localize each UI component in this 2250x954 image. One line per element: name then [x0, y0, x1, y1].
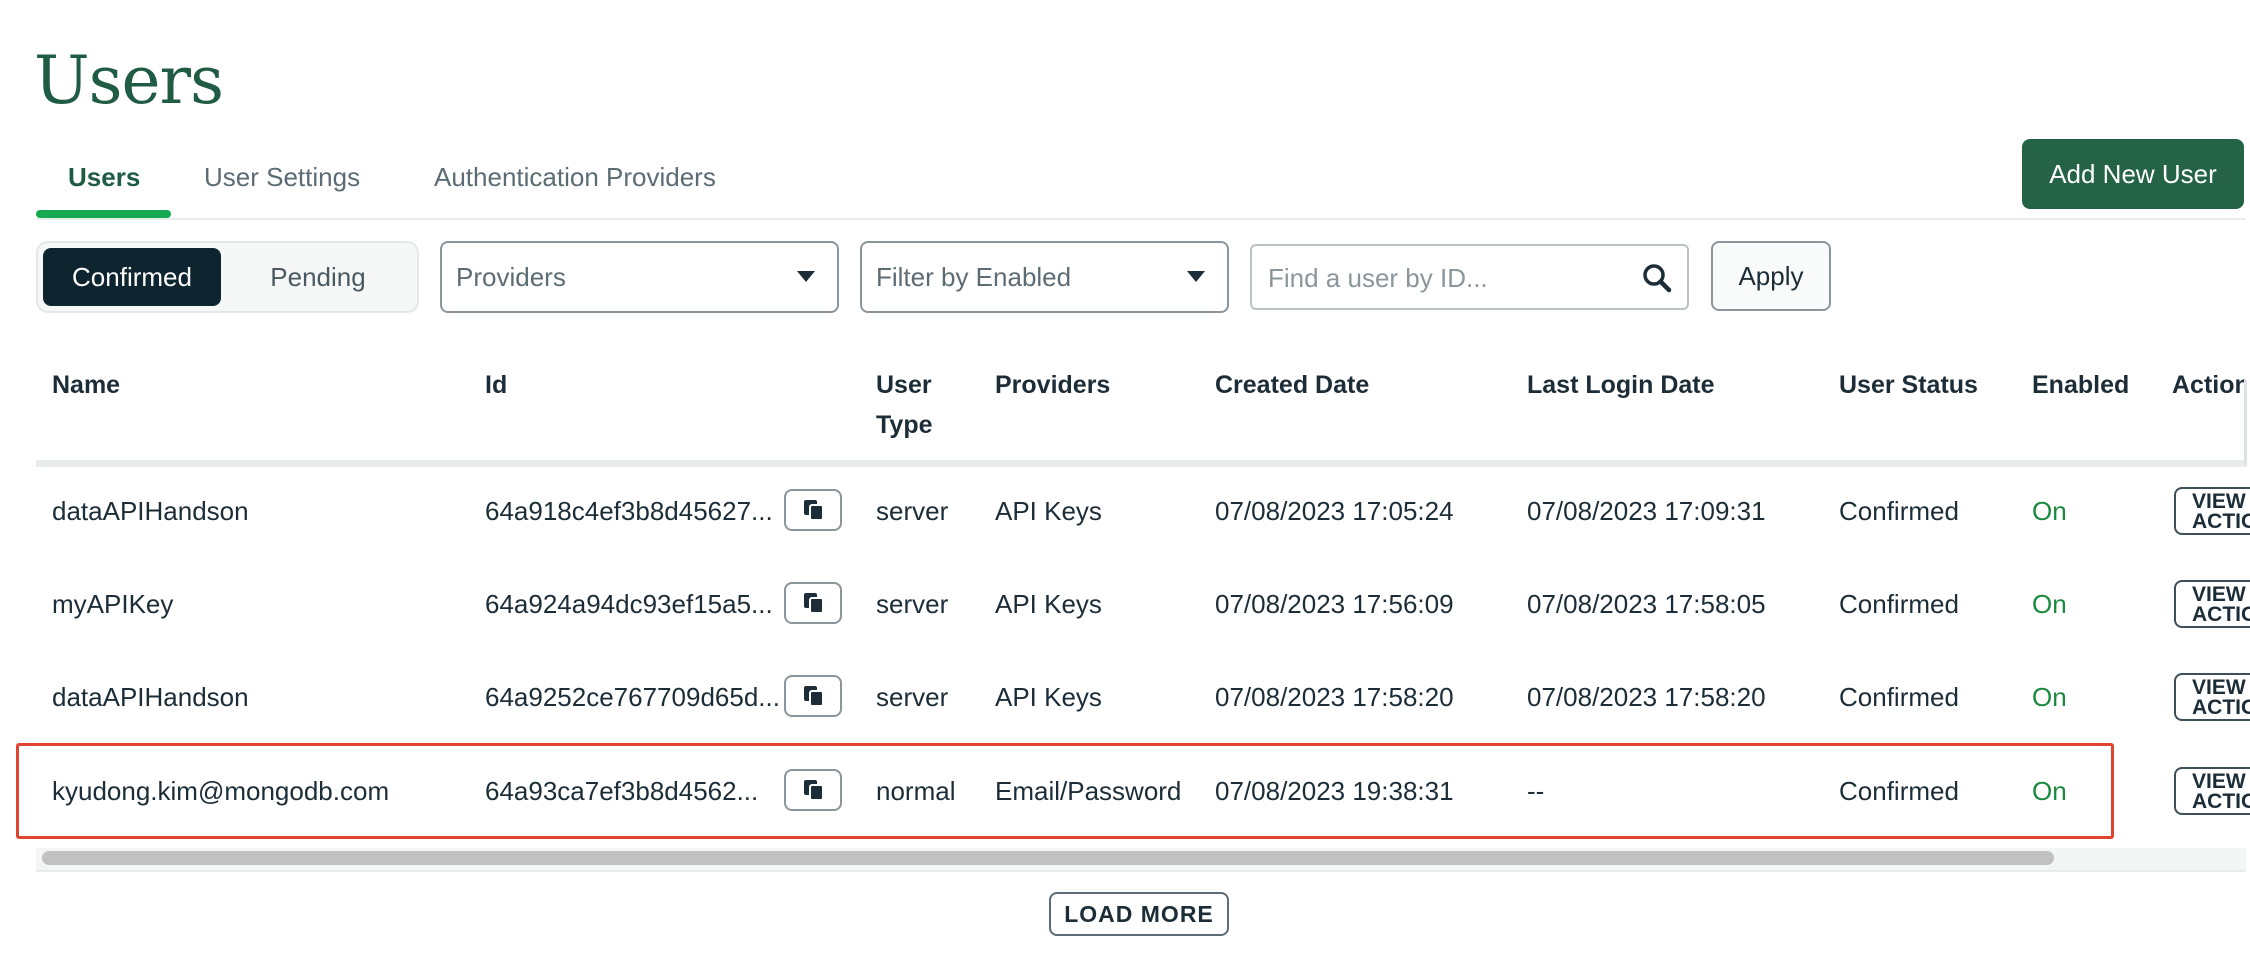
cell-providers: API Keys	[995, 589, 1102, 619]
tab-divider	[36, 218, 2246, 220]
cell-providers: Email/Password	[995, 776, 1182, 806]
cell-created-date: 07/08/2023 17:58:20	[1215, 682, 1454, 712]
user-search-input[interactable]	[1266, 256, 1630, 300]
view-actions-line2: ACTIONS	[2192, 510, 2250, 533]
horizontal-scrollbar-thumb[interactable]	[42, 851, 2054, 865]
cell-user-type: server	[876, 496, 949, 526]
view-actions-line1: VIEW	[2192, 583, 2246, 606]
column-id[interactable]: Id	[485, 365, 507, 405]
caret-down-icon	[797, 271, 815, 282]
table-row: kyudong.kim@mongodb.com 64a93ca7ef3b8d45…	[36, 745, 2250, 838]
column-user-type-line1: User	[876, 371, 932, 399]
view-actions-line2: ACTIONS	[2192, 603, 2250, 626]
cell-enabled: On	[2032, 682, 2067, 712]
table-row: dataAPIHandson 64a918c4ef3b8d45627... se…	[36, 465, 2250, 558]
page-title: Users	[34, 42, 224, 119]
cell-last-login-date: 07/08/2023 17:58:20	[1527, 682, 1766, 712]
view-actions-line1: VIEW	[2192, 676, 2246, 699]
cell-user-type: server	[876, 589, 949, 619]
segment-confirmed[interactable]: Confirmed	[43, 248, 221, 306]
cell-user-type: server	[876, 682, 949, 712]
copy-icon	[804, 780, 824, 801]
tab-authentication-providers[interactable]: Authentication Providers	[434, 162, 716, 193]
copy-icon	[804, 686, 824, 707]
cell-name: kyudong.kim@mongodb.com	[52, 776, 390, 806]
view-actions-button[interactable]: VIEWACTIONS	[2174, 580, 2250, 628]
cell-last-login-date: --	[1527, 776, 1545, 806]
cell-id: 64a918c4ef3b8d45627...	[485, 496, 773, 526]
add-new-user-button[interactable]: Add New User	[2022, 139, 2244, 209]
view-actions-line1: VIEW	[2192, 770, 2246, 793]
user-search-field	[1250, 244, 1689, 310]
cell-enabled: On	[2032, 589, 2067, 619]
cell-last-login-date: 07/08/2023 17:58:05	[1527, 589, 1766, 619]
tab-users[interactable]: Users	[68, 162, 140, 193]
cell-created-date: 07/08/2023 19:38:31	[1215, 776, 1454, 806]
cell-user-status: Confirmed	[1839, 682, 1959, 712]
providers-select-label: Providers	[456, 261, 566, 292]
tab-user-settings[interactable]: User Settings	[204, 162, 360, 193]
load-more-button[interactable]: LOAD MORE	[1049, 892, 1229, 936]
cell-enabled: On	[2032, 496, 2067, 526]
providers-select[interactable]: Providers	[440, 241, 839, 313]
cell-id: 64a93ca7ef3b8d4562...	[485, 776, 759, 806]
view-actions-button[interactable]: VIEWACTIONS	[2174, 767, 2250, 815]
column-user-status[interactable]: User Status	[1839, 365, 1978, 405]
table-header: Name Id User Type Providers Created Date…	[36, 355, 2246, 465]
copy-icon	[804, 593, 824, 614]
cell-name: dataAPIHandson	[52, 496, 249, 526]
column-providers[interactable]: Providers	[995, 365, 1110, 405]
column-user-type-line2: Type	[876, 411, 933, 439]
cell-id: 64a924a94dc93ef15a5...	[485, 589, 773, 619]
table-row: myAPIKey 64a924a94dc93ef15a5... server A…	[36, 558, 2250, 651]
cell-name: dataAPIHandson	[52, 682, 249, 712]
search-icon[interactable]	[1641, 262, 1673, 294]
copy-id-button[interactable]	[784, 769, 842, 811]
view-actions-line2: ACTIONS	[2192, 790, 2250, 813]
status-segmented-control: Confirmed Pending	[36, 241, 419, 313]
copy-id-button[interactable]	[784, 582, 842, 624]
column-actions[interactable]: Actions	[2172, 365, 2246, 405]
caret-down-icon	[1187, 271, 1205, 282]
table-right-border	[2244, 380, 2247, 466]
segment-pending[interactable]: Pending	[228, 248, 408, 306]
cell-providers: API Keys	[995, 496, 1102, 526]
tab-bar: Users User Settings Authentication Provi…	[36, 150, 2246, 220]
view-actions-line1: VIEW	[2192, 490, 2246, 513]
copy-id-button[interactable]	[784, 675, 842, 717]
cell-created-date: 07/08/2023 17:56:09	[1215, 589, 1454, 619]
apply-button[interactable]: Apply	[1711, 241, 1831, 311]
copy-icon	[804, 500, 824, 521]
column-last-login-date[interactable]: Last Login Date	[1527, 365, 1715, 405]
view-actions-line2: ACTIONS	[2192, 696, 2250, 719]
cell-id: 64a9252ce767709d65d...	[485, 682, 780, 712]
copy-id-button[interactable]	[784, 489, 842, 531]
cell-last-login-date: 07/08/2023 17:09:31	[1527, 496, 1766, 526]
column-user-type[interactable]: User Type	[876, 365, 933, 445]
cell-user-status: Confirmed	[1839, 776, 1959, 806]
cell-providers: API Keys	[995, 682, 1102, 712]
cell-created-date: 07/08/2023 17:05:24	[1215, 496, 1454, 526]
cell-name: myAPIKey	[52, 589, 174, 619]
column-created-date[interactable]: Created Date	[1215, 365, 1369, 405]
cell-enabled: On	[2032, 776, 2067, 806]
cell-user-type: normal	[876, 776, 956, 806]
enabled-filter-select[interactable]: Filter by Enabled	[860, 241, 1229, 313]
table-row: dataAPIHandson 64a9252ce767709d65d... se…	[36, 651, 2250, 744]
cell-user-status: Confirmed	[1839, 496, 1959, 526]
enabled-filter-label: Filter by Enabled	[876, 261, 1072, 292]
column-enabled[interactable]: Enabled	[2032, 365, 2129, 405]
column-name[interactable]: Name	[52, 365, 120, 405]
cell-user-status: Confirmed	[1839, 589, 1959, 619]
view-actions-button[interactable]: VIEWACTIONS	[2174, 487, 2250, 535]
active-tab-indicator	[36, 210, 171, 218]
table-bottom-divider	[36, 870, 2246, 872]
view-actions-button[interactable]: VIEWACTIONS	[2174, 673, 2250, 721]
